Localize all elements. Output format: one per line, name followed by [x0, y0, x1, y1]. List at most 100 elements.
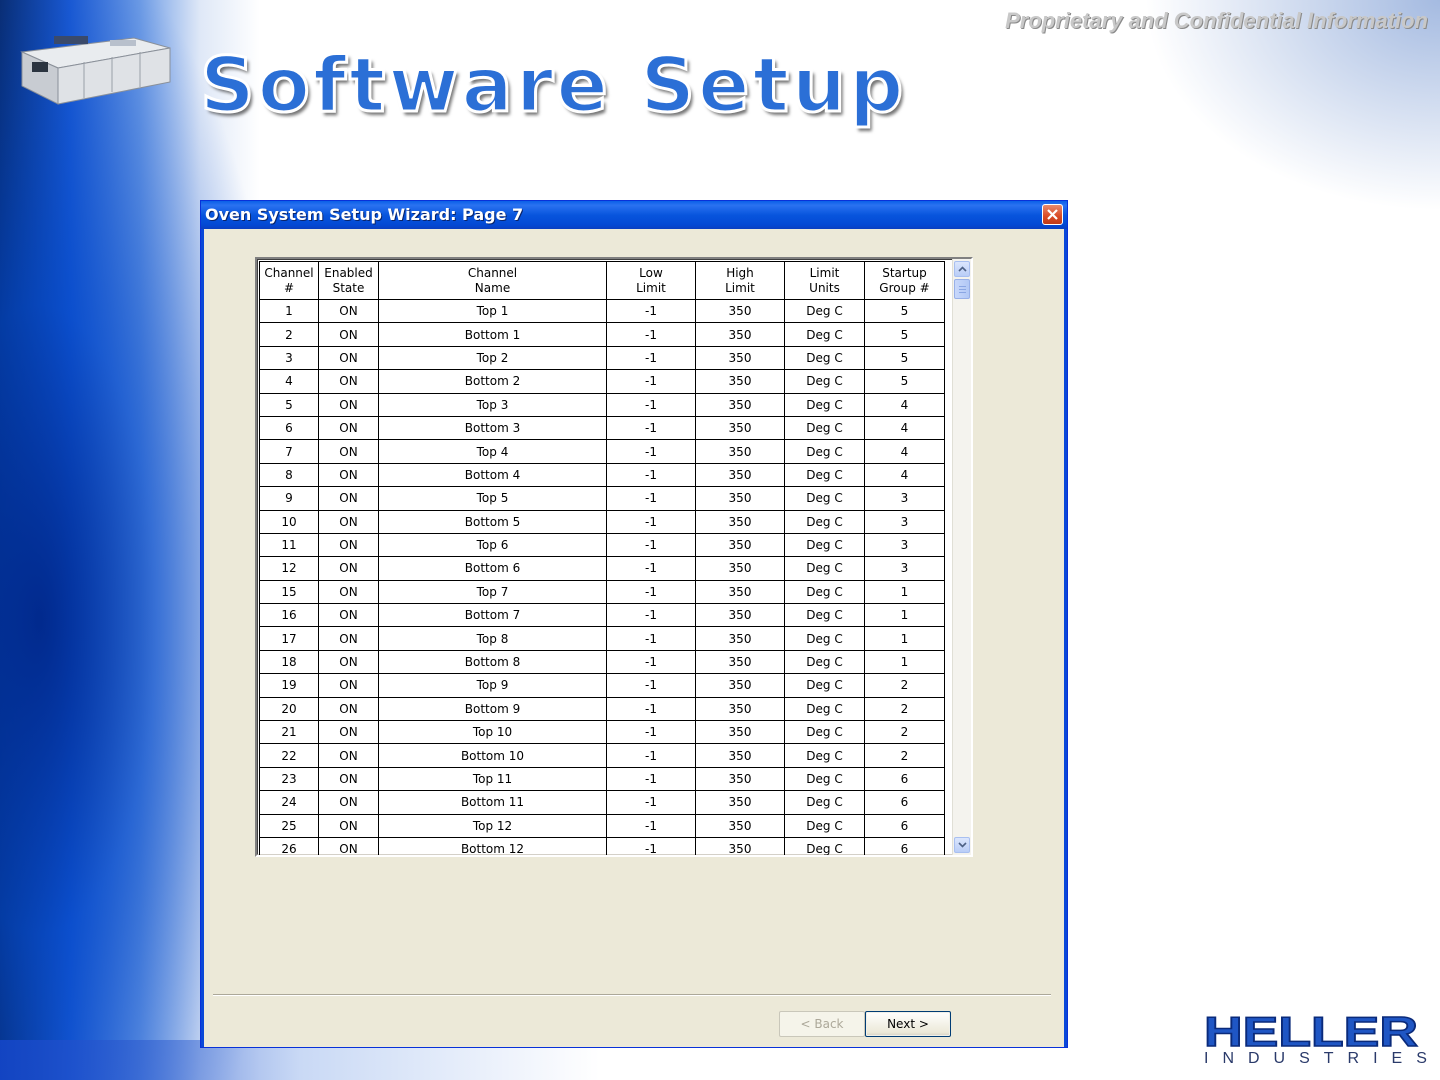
table-row[interactable]: 21 ON Top 10 -1 350 Deg C2 [259, 720, 945, 745]
cell-startup-group[interactable]: 3 [864, 486, 945, 511]
cell-startup-group[interactable]: 4 [864, 439, 945, 464]
cell-channel-name[interactable]: Bottom 11 [378, 790, 607, 815]
cell-startup-group[interactable]: 6 [864, 766, 945, 792]
cell-high-limit[interactable]: 350 [695, 509, 785, 534]
cell-channel-number[interactable]: 9 [259, 486, 319, 511]
cell-low-limit[interactable]: -1 [606, 649, 696, 675]
cell-high-limit[interactable]: 350 [695, 415, 785, 441]
channel-table[interactable]: Channel # Enabled State Channel Name Low Lim… [259, 261, 945, 855]
cell-startup-group[interactable]: 2 [864, 673, 945, 698]
cell-enabled-state[interactable]: ON [318, 649, 379, 675]
cell-high-limit[interactable]: 350 [695, 298, 785, 324]
cell-startup-group[interactable]: 5 [864, 322, 945, 347]
cell-channel-name[interactable]: Bottom 4 [378, 462, 607, 488]
cell-channel-number[interactable]: 23 [259, 766, 319, 792]
cell-enabled-state[interactable]: ON [318, 696, 379, 722]
cell-channel-name[interactable]: Top 9 [378, 673, 607, 698]
cell-startup-group[interactable]: 6 [864, 813, 945, 838]
cell-limit-units[interactable]: Deg C [784, 486, 865, 511]
cell-channel-number[interactable]: 8 [259, 462, 319, 488]
cell-low-limit[interactable]: -1 [606, 509, 696, 534]
cell-channel-number[interactable]: 20 [259, 696, 319, 722]
cell-channel-number[interactable]: 19 [259, 673, 319, 698]
cell-startup-group[interactable]: 5 [864, 345, 945, 371]
cell-enabled-state[interactable]: ON [318, 790, 379, 815]
cell-high-limit[interactable]: 350 [695, 579, 785, 605]
cell-low-limit[interactable]: -1 [606, 603, 696, 628]
cell-channel-number[interactable]: 18 [259, 649, 319, 675]
cell-enabled-state[interactable]: ON [318, 439, 379, 464]
cell-enabled-state[interactable]: ON [318, 345, 379, 371]
cell-channel-number[interactable]: 3 [259, 345, 319, 371]
cell-enabled-state[interactable]: ON [318, 532, 379, 558]
cell-channel-number[interactable]: 11 [259, 532, 319, 558]
cell-channel-number[interactable]: 21 [259, 720, 319, 745]
table-row[interactable]: 4 ON Bottom 2 -1 350 Deg C5 [259, 369, 945, 394]
cell-low-limit[interactable]: -1 [606, 532, 696, 558]
cell-low-limit[interactable]: -1 [606, 813, 696, 838]
cell-startup-group[interactable]: 5 [864, 298, 945, 324]
cell-limit-units[interactable]: Deg C [784, 579, 865, 605]
cell-startup-group[interactable]: 3 [864, 556, 945, 581]
cell-low-limit[interactable]: -1 [606, 766, 696, 792]
cell-startup-group[interactable]: 2 [864, 720, 945, 745]
cell-limit-units[interactable]: Deg C [784, 673, 865, 698]
cell-high-limit[interactable]: 350 [695, 486, 785, 511]
cell-channel-number[interactable]: 16 [259, 603, 319, 628]
cell-low-limit[interactable]: -1 [606, 720, 696, 745]
cell-startup-group[interactable]: 6 [864, 790, 945, 815]
cell-limit-units[interactable]: Deg C [784, 696, 865, 722]
cell-startup-group[interactable]: 1 [864, 649, 945, 675]
cell-limit-units[interactable]: Deg C [784, 509, 865, 534]
cell-limit-units[interactable]: Deg C [784, 720, 865, 745]
cell-limit-units[interactable]: Deg C [784, 392, 865, 417]
table-row[interactable]: 15 ON Top 7 -1 350 Deg C1 [259, 579, 945, 605]
cell-enabled-state[interactable]: ON [318, 322, 379, 347]
cell-high-limit[interactable]: 350 [695, 673, 785, 698]
cell-low-limit[interactable]: -1 [606, 298, 696, 324]
table-row[interactable]: 18 ON Bottom 8 -1 350 Deg C1 [259, 649, 945, 675]
cell-channel-number[interactable]: 7 [259, 439, 319, 464]
cell-limit-units[interactable]: Deg C [784, 649, 865, 675]
cell-channel-number[interactable]: 15 [259, 579, 319, 605]
cell-high-limit[interactable]: 350 [695, 369, 785, 394]
cell-enabled-state[interactable]: ON [318, 813, 379, 838]
cell-limit-units[interactable]: Deg C [784, 790, 865, 815]
cell-low-limit[interactable]: -1 [606, 322, 696, 347]
cell-channel-name[interactable]: Top 11 [378, 766, 607, 792]
cell-startup-group[interactable]: 5 [864, 369, 945, 394]
cell-enabled-state[interactable]: ON [318, 836, 379, 855]
cell-channel-name[interactable]: Top 12 [378, 813, 607, 838]
cell-low-limit[interactable]: -1 [606, 743, 696, 768]
cell-limit-units[interactable]: Deg C [784, 766, 865, 792]
channel-grid[interactable]: Channel # Enabled State Channel Name Low Lim… [255, 257, 973, 857]
table-row[interactable]: 20 ON Bottom 9 -1 350 Deg C2 [259, 696, 945, 722]
cell-startup-group[interactable]: 6 [864, 836, 945, 855]
table-row[interactable]: 19 ON Top 9 -1 350 Deg C2 [259, 673, 945, 698]
cell-limit-units[interactable]: Deg C [784, 345, 865, 371]
cell-high-limit[interactable]: 350 [695, 836, 785, 855]
cell-high-limit[interactable]: 350 [695, 556, 785, 581]
cell-enabled-state[interactable]: ON [318, 743, 379, 768]
cell-startup-group[interactable]: 2 [864, 743, 945, 768]
column-header-startup-group[interactable]: Startup Group # [864, 261, 945, 300]
cell-startup-group[interactable]: 1 [864, 579, 945, 605]
cell-enabled-state[interactable]: ON [318, 509, 379, 534]
table-row[interactable]: 26 ON Bottom 12 -1 350 Deg C6 [259, 836, 945, 855]
cell-channel-number[interactable]: 12 [259, 556, 319, 581]
window-titlebar[interactable]: Oven System Setup Wizard: Page 7 [201, 201, 1067, 229]
cell-high-limit[interactable]: 350 [695, 439, 785, 464]
table-row[interactable]: 2 ON Bottom 1 -1 350 Deg C5 [259, 322, 945, 347]
cell-limit-units[interactable]: Deg C [784, 836, 865, 855]
cell-startup-group[interactable]: 2 [864, 696, 945, 722]
cell-limit-units[interactable]: Deg C [784, 415, 865, 441]
cell-startup-group[interactable]: 1 [864, 603, 945, 628]
cell-channel-name[interactable]: Top 8 [378, 626, 607, 651]
table-row[interactable]: 17 ON Top 8 -1 350 Deg C1 [259, 626, 945, 651]
cell-enabled-state[interactable]: ON [318, 462, 379, 488]
cell-high-limit[interactable]: 350 [695, 462, 785, 488]
cell-channel-name[interactable]: Bottom 5 [378, 509, 607, 534]
cell-channel-name[interactable]: Top 1 [378, 298, 607, 324]
cell-limit-units[interactable]: Deg C [784, 813, 865, 838]
table-row[interactable]: 23 ON Top 11 -1 350 Deg C6 [259, 766, 945, 792]
